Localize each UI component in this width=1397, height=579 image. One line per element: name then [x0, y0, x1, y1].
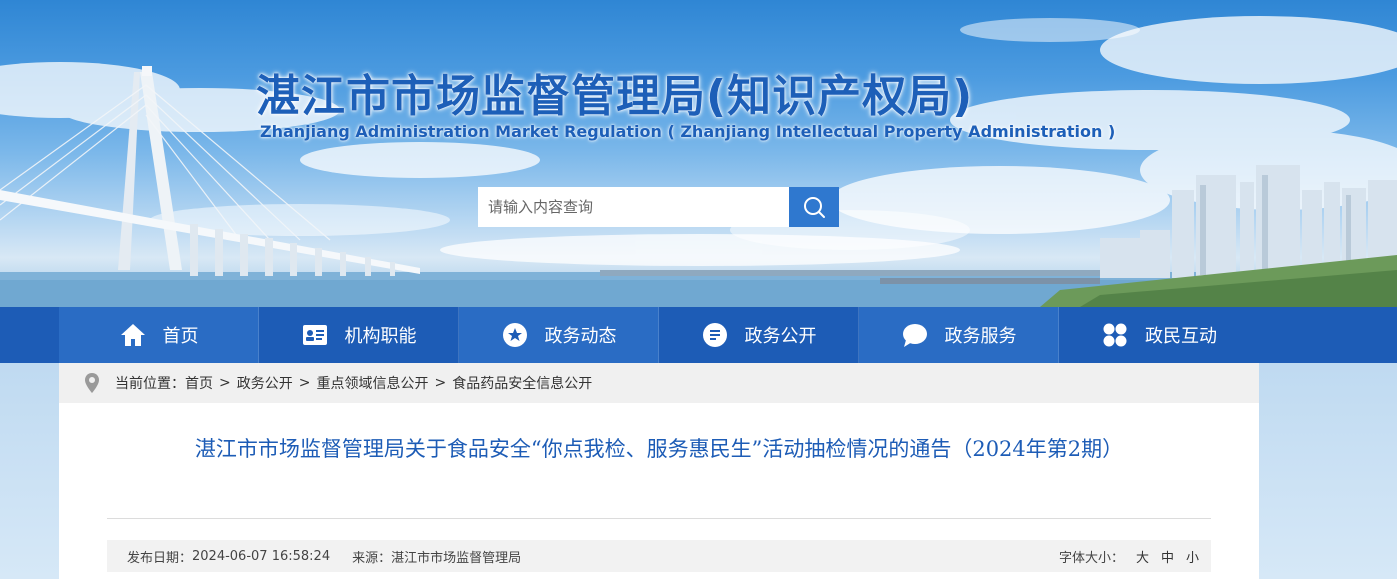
- home-icon: [119, 321, 147, 349]
- breadcrumb-separator: >: [298, 375, 311, 391]
- article-meta: 发布日期： 2024-06-07 16:58:24 来源： 湛江市市场监督管理局…: [107, 540, 1211, 572]
- grid-icon: [1101, 321, 1129, 349]
- search-box: [478, 187, 839, 227]
- nav-item-label: 首页: [162, 326, 199, 347]
- nav-item-label: 政务公开: [744, 326, 817, 347]
- nav-item-label: 机构职能: [344, 326, 417, 347]
- breadcrumb-prefix: 当前位置：: [115, 376, 185, 392]
- breadcrumb: 当前位置： 首页 > 政务公开 > 重点领域信息公开 > 食品药品安全信息公开: [59, 363, 1259, 403]
- nav-item-news[interactable]: 政务动态: [459, 307, 659, 363]
- location-pin-icon: [85, 373, 101, 393]
- document-icon: [701, 321, 729, 349]
- breadcrumb-link-key-areas[interactable]: 重点领域信息公开: [316, 373, 428, 393]
- header-banner: 湛江市市场监督管理局(知识产权局) Zhanjiang Administrati…: [0, 0, 1397, 307]
- breadcrumb-link-home[interactable]: 首页: [185, 373, 213, 393]
- breadcrumb-link-food-drug[interactable]: 食品药品安全信息公开: [452, 373, 592, 393]
- star-circle-icon: [501, 321, 529, 349]
- search-button[interactable]: [789, 187, 839, 227]
- nav-item-interaction[interactable]: 政民互动: [1059, 307, 1259, 363]
- breadcrumb-separator: >: [219, 375, 231, 391]
- title-divider: [107, 518, 1211, 519]
- font-size-control: 字体大小： 大 中 小: [1059, 540, 1199, 572]
- article-panel: 当前位置： 首页 > 政务公开 > 重点领域信息公开 > 食品药品安全信息公开 …: [59, 363, 1259, 579]
- nav-item-label: 政务服务: [944, 326, 1017, 347]
- nav-item-services[interactable]: 政务服务: [859, 307, 1059, 363]
- publish-date-label: 发布日期：: [127, 550, 193, 566]
- main-nav: 首页 机构职能 政务动态 政务公开 政务服务 政民互动: [0, 307, 1397, 363]
- search-input[interactable]: [478, 187, 789, 227]
- search-icon: [804, 197, 825, 218]
- chat-bubble-icon: [901, 321, 929, 349]
- nav-item-functions[interactable]: 机构职能: [259, 307, 459, 363]
- site-subtitle: Zhanjiang Administration Market Regulati…: [260, 122, 1116, 141]
- nav-item-disclosure[interactable]: 政务公开: [659, 307, 859, 363]
- font-size-small[interactable]: 小: [1186, 547, 1199, 566]
- nav-item-label: 政务动态: [544, 326, 617, 347]
- nav-item-label: 政民互动: [1145, 326, 1217, 347]
- id-card-icon: [301, 321, 329, 349]
- source-label: 来源：: [352, 550, 392, 566]
- nav-item-home[interactable]: 首页: [59, 307, 259, 363]
- breadcrumb-separator: >: [434, 375, 447, 391]
- source-value: 湛江市市场监督管理局: [391, 550, 522, 566]
- font-size-label: 字体大小：: [1058, 550, 1124, 566]
- site-title: 湛江市市场监督管理局(知识产权局): [256, 71, 974, 122]
- font-size-medium[interactable]: 中: [1161, 547, 1174, 566]
- breadcrumb-link-disclosure[interactable]: 政务公开: [237, 373, 293, 393]
- publish-date: 2024-06-07 16:58:24: [192, 548, 331, 564]
- font-size-large[interactable]: 大: [1136, 547, 1149, 566]
- banner-scenery: [0, 16, 1397, 307]
- article-title: 湛江市市场监督管理局关于食品安全“你点我检、服务惠民生”活动抽检情况的通告（20…: [194, 437, 1124, 461]
